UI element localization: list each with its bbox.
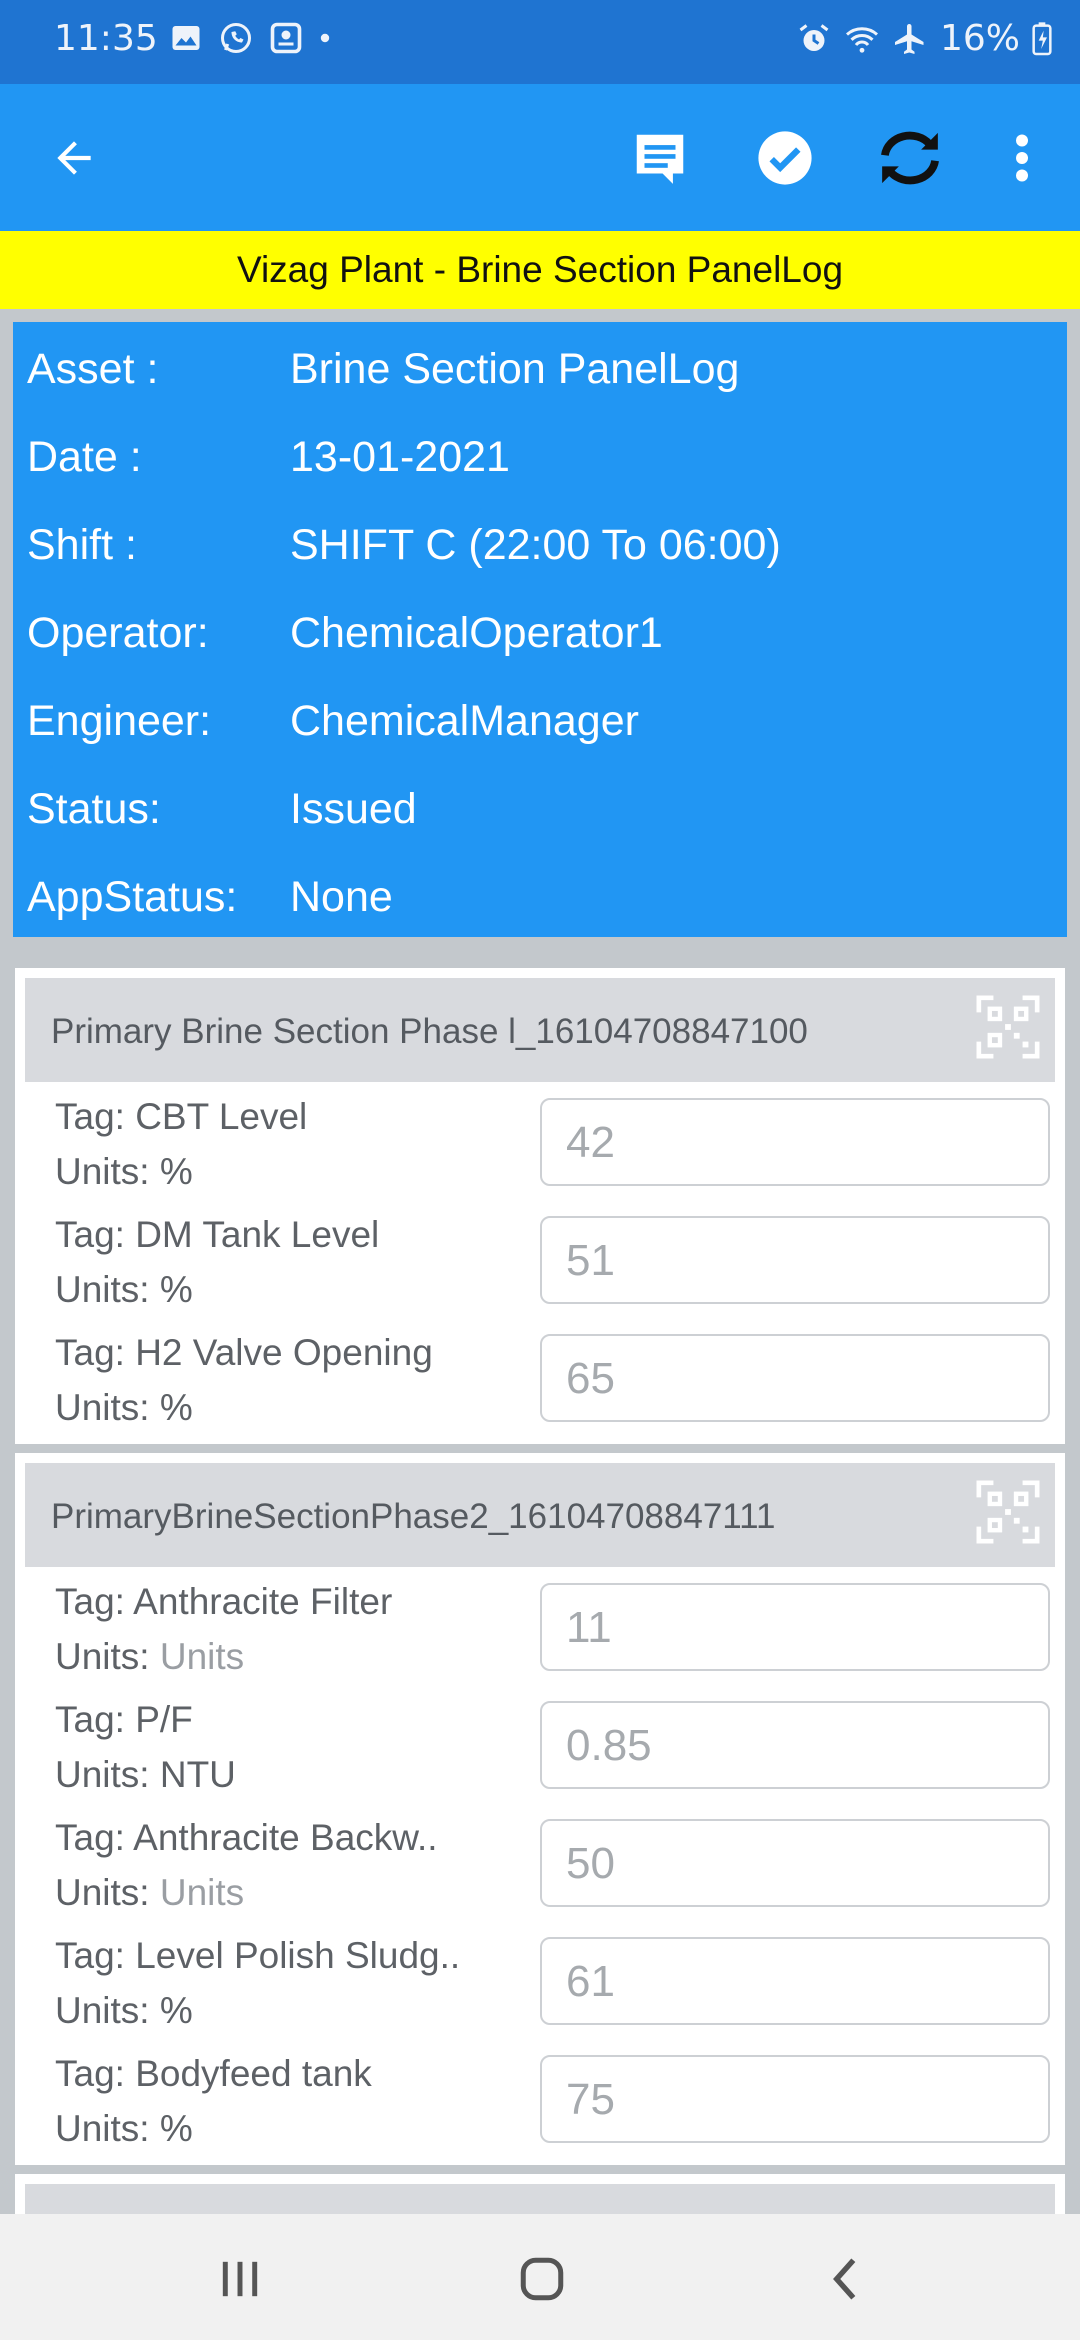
whatsapp-icon bbox=[221, 23, 251, 53]
tag-name: Tag: Anthracite Backw.. bbox=[55, 1817, 438, 1858]
tag-units: Units: % bbox=[55, 1269, 193, 1310]
app-icon bbox=[270, 22, 302, 54]
tag-name: Tag: Bodyfeed tank bbox=[55, 2053, 372, 2094]
info-value: Issued bbox=[290, 785, 417, 833]
tag-units: Units: Units bbox=[55, 1636, 245, 1677]
tag-name: Tag: CBT Level bbox=[55, 1096, 308, 1137]
info-value: ChemicalManager bbox=[290, 697, 639, 745]
tag-units: Units: % bbox=[55, 1151, 193, 1192]
tag-value-input[interactable]: 42 bbox=[540, 1098, 1050, 1186]
section-card: PrimaryBrineSectionPhase2_16104708847111… bbox=[15, 1453, 1065, 2165]
info-key: AppStatus: bbox=[27, 873, 238, 921]
back-icon bbox=[833, 2258, 856, 2300]
tag-row: Tag: Anthracite Filter Units: Units 11 bbox=[15, 1570, 1065, 1688]
battery-icon bbox=[1032, 21, 1052, 55]
section-header: PrimaryBrineSectionPhase2_16104708847111 bbox=[25, 1463, 1055, 1567]
tag-row: Tag: Level Polish Sludg.. Units: % 61 bbox=[15, 1924, 1065, 2042]
info-key: Status: bbox=[27, 785, 161, 833]
info-value: 13-01-2021 bbox=[290, 433, 510, 481]
info-value: Brine Section PanelLog bbox=[290, 345, 740, 393]
section-header: Primary Brine Section Phase l_1610470884… bbox=[25, 978, 1055, 1082]
tag-units: Units: Units bbox=[55, 1872, 245, 1913]
tag-row: Tag: P/F Units: NTU 0.85 bbox=[15, 1688, 1065, 1806]
section-title: PrimaryBrineSectionPhase2_16104708847111 bbox=[51, 1497, 776, 1536]
tag-row: Tag: CBT Level Units: % 42 bbox=[15, 1085, 1065, 1203]
info-key: Date : bbox=[27, 433, 142, 481]
qr-scan-icon[interactable] bbox=[973, 992, 1043, 1062]
more-vert-icon bbox=[1016, 134, 1028, 182]
log-info-card: Asset : Brine Section PanelLog Date : 13… bbox=[13, 322, 1067, 937]
dot-icon bbox=[320, 33, 330, 43]
tag-name: Tag: P/F bbox=[55, 1699, 193, 1740]
recents-icon bbox=[222, 2261, 258, 2297]
comments-button[interactable] bbox=[620, 118, 700, 198]
tag-units: Units: % bbox=[55, 1387, 193, 1428]
tag-row: Tag: H2 Valve Opening Units: % 65 bbox=[15, 1321, 1065, 1439]
system-nav-bar bbox=[0, 2214, 1080, 2340]
status-time: 11:35 bbox=[54, 18, 158, 59]
status-bar: 11:35 16% bbox=[0, 0, 1080, 84]
comment-icon bbox=[636, 134, 684, 184]
back-arrow-icon bbox=[57, 141, 91, 175]
notification-icons bbox=[168, 20, 332, 56]
tag-value-input[interactable]: 51 bbox=[540, 1216, 1050, 1304]
wifi-icon bbox=[845, 26, 878, 53]
info-key: Asset : bbox=[27, 345, 159, 393]
tag-name: Tag: Anthracite Filter bbox=[55, 1581, 393, 1622]
banner-title: Vizag Plant - Brine Section PanelLog bbox=[236, 249, 844, 290]
tag-value-input[interactable]: 65 bbox=[540, 1334, 1050, 1422]
section-card: Primary Brine Section Phase l_1610470884… bbox=[15, 968, 1065, 1444]
recents-button[interactable] bbox=[205, 2244, 275, 2314]
tag-value-input[interactable]: 50 bbox=[540, 1819, 1050, 1907]
airplane-icon bbox=[894, 23, 924, 54]
home-icon bbox=[520, 2257, 564, 2301]
qr-scan-icon[interactable] bbox=[973, 1477, 1043, 1547]
info-key: Engineer: bbox=[27, 697, 212, 745]
tag-name: Tag: DM Tank Level bbox=[55, 1214, 380, 1255]
tag-value-input[interactable]: 61 bbox=[540, 1937, 1050, 2025]
info-key: Shift : bbox=[27, 521, 137, 569]
submit-button[interactable] bbox=[745, 118, 825, 198]
tag-units: Units: % bbox=[55, 1990, 193, 2031]
tag-units: Units: % bbox=[55, 2108, 193, 2149]
section-title: Primary Brine Section Phase l_1610470884… bbox=[51, 1012, 808, 1051]
battery-percent: 16% bbox=[939, 18, 1020, 59]
tag-units: Units: NTU bbox=[55, 1754, 236, 1795]
sync-button[interactable] bbox=[870, 118, 950, 198]
alarm-icon bbox=[799, 23, 829, 51]
tag-row: Tag: Anthracite Backw.. Units: Units 50 bbox=[15, 1806, 1065, 1924]
tag-value-input[interactable]: 75 bbox=[540, 2055, 1050, 2143]
nav-back-button[interactable] bbox=[810, 2244, 880, 2314]
check-circle-icon bbox=[758, 131, 812, 185]
app-bar bbox=[0, 84, 1080, 231]
tag-name: Tag: H2 Valve Opening bbox=[55, 1332, 433, 1373]
tag-value-input[interactable]: 11 bbox=[540, 1583, 1050, 1671]
tag-name: Tag: Level Polish Sludg.. bbox=[55, 1935, 461, 1976]
plant-banner: Vizag Plant - Brine Section PanelLog bbox=[0, 231, 1080, 309]
tag-row: Tag: DM Tank Level Units: % 51 bbox=[15, 1203, 1065, 1321]
info-value: SHIFT C (22:00 To 06:00) bbox=[290, 521, 781, 569]
home-button[interactable] bbox=[507, 2244, 577, 2314]
image-icon bbox=[172, 26, 200, 50]
more-options-button[interactable] bbox=[982, 118, 1062, 198]
info-value: ChemicalOperator1 bbox=[290, 609, 663, 657]
tag-value-input[interactable]: 0.85 bbox=[540, 1701, 1050, 1789]
tag-row: Tag: Bodyfeed tank Units: % 75 bbox=[15, 2042, 1065, 2160]
info-key: Operator: bbox=[27, 609, 209, 657]
back-button[interactable] bbox=[34, 118, 114, 198]
info-value: None bbox=[290, 873, 393, 921]
sync-icon bbox=[881, 131, 939, 185]
